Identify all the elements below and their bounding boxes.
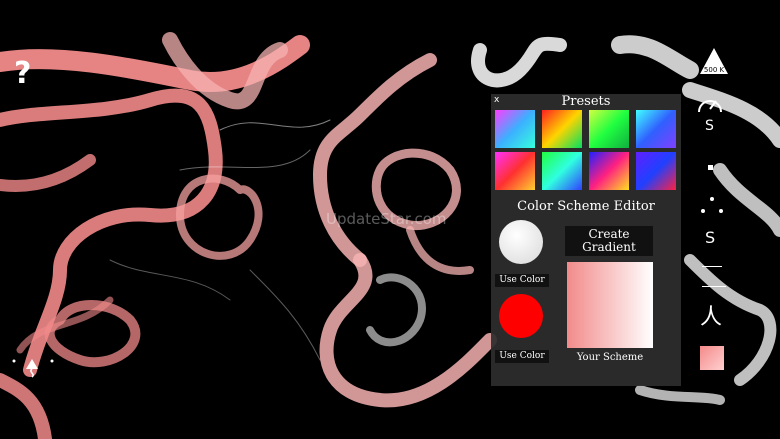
stroke-icon[interactable]: S	[705, 118, 714, 134]
dot-icon[interactable]	[708, 165, 713, 170]
s-curve-icon[interactable]: S	[705, 228, 715, 247]
color-panel: x Presets Color Scheme Editor Use Color …	[491, 94, 681, 386]
preset-swatch-6[interactable]	[542, 152, 582, 190]
color-scheme-editor-title: Color Scheme Editor	[517, 199, 655, 214]
help-button[interactable]: ?	[14, 56, 31, 92]
preset-swatch-2[interactable]	[542, 110, 582, 148]
current-color-swatch[interactable]	[700, 346, 724, 370]
color-1-picker[interactable]	[499, 220, 543, 264]
person-icon[interactable]: 人	[700, 306, 722, 330]
preset-swatch-7[interactable]	[589, 152, 629, 190]
scheme-preview	[567, 262, 653, 348]
your-scheme-label: Your Scheme	[576, 352, 644, 363]
presets-title: Presets	[561, 94, 611, 109]
watermark: UpdateStar.com	[326, 210, 447, 228]
preset-swatch-1[interactable]	[495, 110, 535, 148]
line-icon-2[interactable]	[702, 286, 726, 287]
use-color-1-button[interactable]: Use Color	[495, 274, 549, 287]
create-gradient-button[interactable]: Create Gradient	[565, 226, 653, 256]
preset-swatch-3[interactable]	[589, 110, 629, 148]
speedometer-icon[interactable]	[696, 92, 724, 116]
color-2-picker[interactable]	[499, 294, 543, 338]
speed-label: 500 K	[703, 66, 725, 74]
dots-triangle-icon[interactable]	[700, 196, 724, 214]
preset-swatch-4[interactable]	[636, 110, 676, 148]
brush-tool-icon[interactable]	[10, 355, 56, 379]
line-icon-1[interactable]	[702, 266, 722, 267]
preset-swatch-5[interactable]	[495, 152, 535, 190]
use-color-2-button[interactable]: Use Color	[495, 350, 549, 363]
preset-swatch-8[interactable]	[636, 152, 676, 190]
